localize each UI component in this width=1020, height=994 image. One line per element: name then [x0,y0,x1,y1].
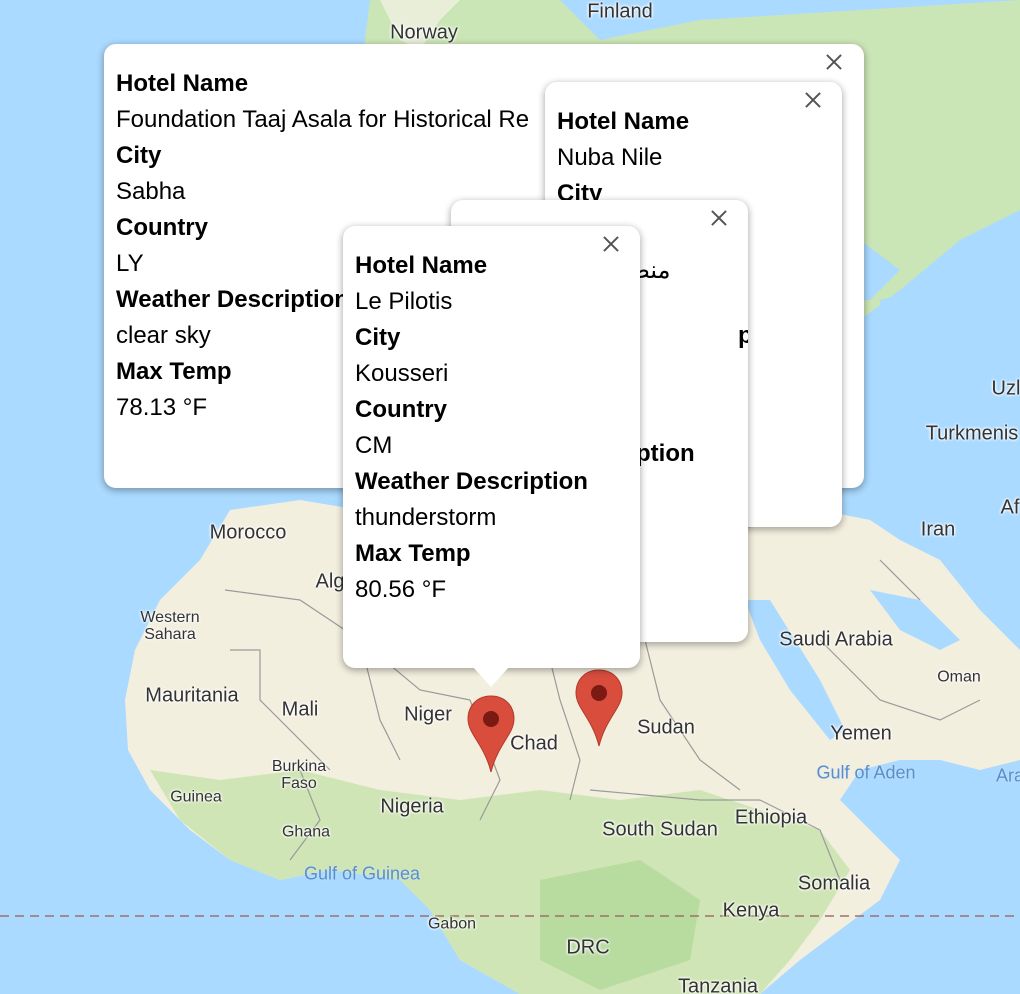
label-yemen: Yemen [830,722,892,745]
map-pin-icon [467,695,515,773]
label-sudan: Sudan [637,716,695,739]
label-turkmenistan: Turkmenis [925,422,1019,445]
info-window-kousseri: Hotel Name Le Pilotis City Kousseri Coun… [343,226,640,668]
info-window-tail [473,667,509,687]
label-afghanistan: Af [1000,496,1020,519]
label-arabian-sea: Ara [995,765,1020,786]
label-niger: Niger [404,703,452,726]
max-temp-value: 80.56 °F [355,576,446,603]
country-value: CM [355,432,393,459]
label-ethiopia: Ethiopia [734,806,808,829]
city-value: Kousseri [355,360,449,387]
label-morocco: Morocco [209,521,287,544]
weather-description-label: Weather Description [355,468,588,495]
label-iran: Iran [920,518,956,541]
label-kenya: Kenya [722,899,780,922]
label-guinea: Guinea [170,788,222,806]
info-window-content: Hotel Name Le Pilotis City Kousseri Coun… [355,248,640,608]
label-gulf-of-guinea: Gulf of Guinea [303,863,421,884]
map-marker-nuba[interactable] [574,668,624,748]
label-gulf-of-aden: Gulf of Aden [816,762,916,783]
close-icon[interactable] [801,88,825,112]
close-icon[interactable] [707,206,731,230]
weather-description-value: thunderstorm [355,504,497,531]
weather-description-fragment: ption [738,322,748,349]
label-western-sahara: Western Sahara [140,609,200,643]
close-icon[interactable] [822,50,846,74]
country-label: Country [355,396,447,423]
hotel-name-label: Hotel Name [355,252,488,279]
label-burkina-faso: Burkina Faso [271,758,327,792]
label-algeria: Alg [315,570,345,593]
label-south-sudan: South Sudan [602,818,718,841]
hotel-name-label: Hotel Name [557,108,690,135]
weather-description-fragment-2: ption [636,440,695,467]
label-chad: Chad [510,732,558,755]
map-pin-icon [575,669,623,747]
label-gabon: Gabon [427,915,477,933]
label-uzbekistan: Uzl [991,377,1020,400]
label-finland: Finland [587,0,653,23]
label-somalia: Somalia [797,872,871,895]
info-window-content: Hotel Name Nuba Nile City [557,104,842,212]
label-nigeria: Nigeria [380,795,444,818]
hotel-name-value: Nuba Nile [557,144,663,171]
label-mauritania: Mauritania [145,684,239,707]
hotel-name-value: Le Pilotis [355,288,453,315]
label-tanzania: Tanzania [677,975,759,994]
max-temp-label: Max Temp [355,540,471,567]
label-oman: Oman [937,668,981,686]
label-mali: Mali [281,698,319,721]
map-marker-kousseri[interactable] [466,694,516,774]
label-norway: Norway [390,21,458,44]
city-label: City [355,324,401,351]
label-ghana: Ghana [281,823,331,841]
label-drc: DRC [566,936,610,959]
label-saudi-arabia: Saudi Arabia [779,628,893,651]
close-icon[interactable] [599,232,623,256]
